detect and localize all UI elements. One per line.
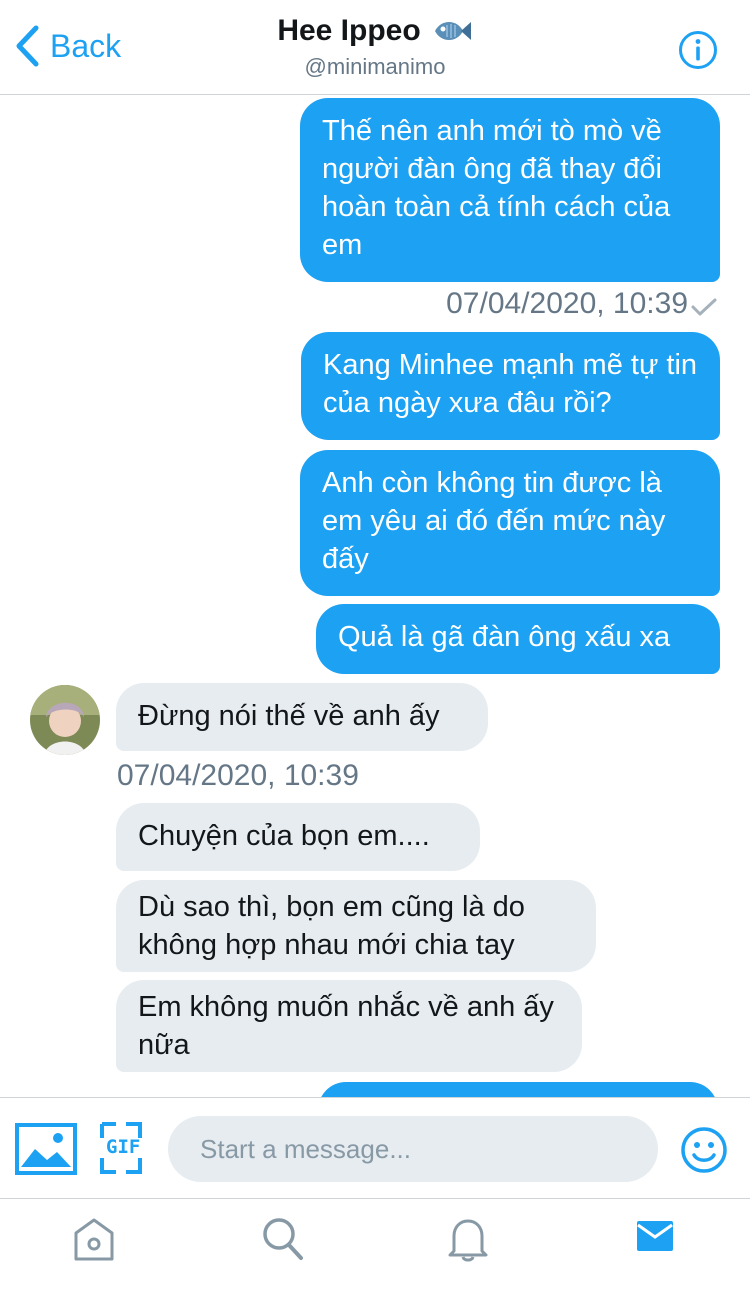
message-bubble-incoming[interactable]: Chuyện của bọn em.... xyxy=(116,803,480,871)
message-bubble-incoming[interactable]: Dù sao thì, bọn em cũng là do không hợp … xyxy=(116,880,596,972)
search-icon xyxy=(263,1218,303,1260)
mail-icon xyxy=(637,1221,673,1251)
tab-search[interactable] xyxy=(260,1215,306,1268)
bottom-tab-bar xyxy=(0,1198,750,1300)
message-bubble-outgoing[interactable]: Kang Minhee mạnh mẽ tự tin của ngày xưa … xyxy=(301,332,720,440)
message-input[interactable]: Start a message... xyxy=(168,1116,658,1182)
tab-notifications[interactable] xyxy=(446,1215,490,1268)
image-upload-icon[interactable] xyxy=(15,1123,77,1175)
emoji-icon[interactable] xyxy=(680,1126,728,1174)
message-composer: GIF Start a message... xyxy=(0,1097,750,1199)
message-bubble-outgoing-partial[interactable] xyxy=(318,1082,718,1097)
home-icon xyxy=(74,1218,114,1261)
message-bubble-outgoing[interactable]: Quả là gã đàn ông xấu xa xyxy=(316,604,720,674)
message-bubble-outgoing[interactable]: Anh còn không tin được là em yêu ai đó đ… xyxy=(300,450,720,596)
message-timestamp: 07/04/2020, 10:39 xyxy=(446,287,688,320)
avatar-photo xyxy=(30,685,100,755)
contact-name: Hee Ippeo xyxy=(277,14,421,47)
gif-label: GIF xyxy=(106,1136,141,1158)
checkmark-icon xyxy=(691,298,717,316)
bell-icon xyxy=(448,1219,488,1262)
gif-button[interactable]: GIF xyxy=(100,1122,142,1179)
message-bubble-incoming[interactable]: Em không muốn nhắc về anh ấy nữa xyxy=(116,980,582,1072)
message-timestamp: 07/04/2020, 10:39 xyxy=(117,759,359,792)
conversation-header: Back Hee Ippeo @minimanimo xyxy=(0,0,750,95)
message-list[interactable]: Thế nên anh mới tò mò về người đàn ông đ… xyxy=(0,95,750,1097)
message-bubble-incoming[interactable]: Đừng nói thế về anh ấy xyxy=(116,683,488,751)
tab-messages[interactable] xyxy=(636,1219,674,1258)
contact-avatar[interactable] xyxy=(30,685,100,755)
fish-emoji-icon xyxy=(434,22,471,40)
message-bubble-outgoing[interactable]: Thế nên anh mới tò mò về người đàn ông đ… xyxy=(300,98,720,282)
tab-home[interactable] xyxy=(72,1215,116,1268)
contact-handle: @minimanimo xyxy=(304,54,446,79)
info-icon xyxy=(679,31,717,69)
info-button[interactable] xyxy=(678,30,718,75)
conversation-title[interactable]: Hee Ippeo @minimanimo xyxy=(0,14,750,80)
